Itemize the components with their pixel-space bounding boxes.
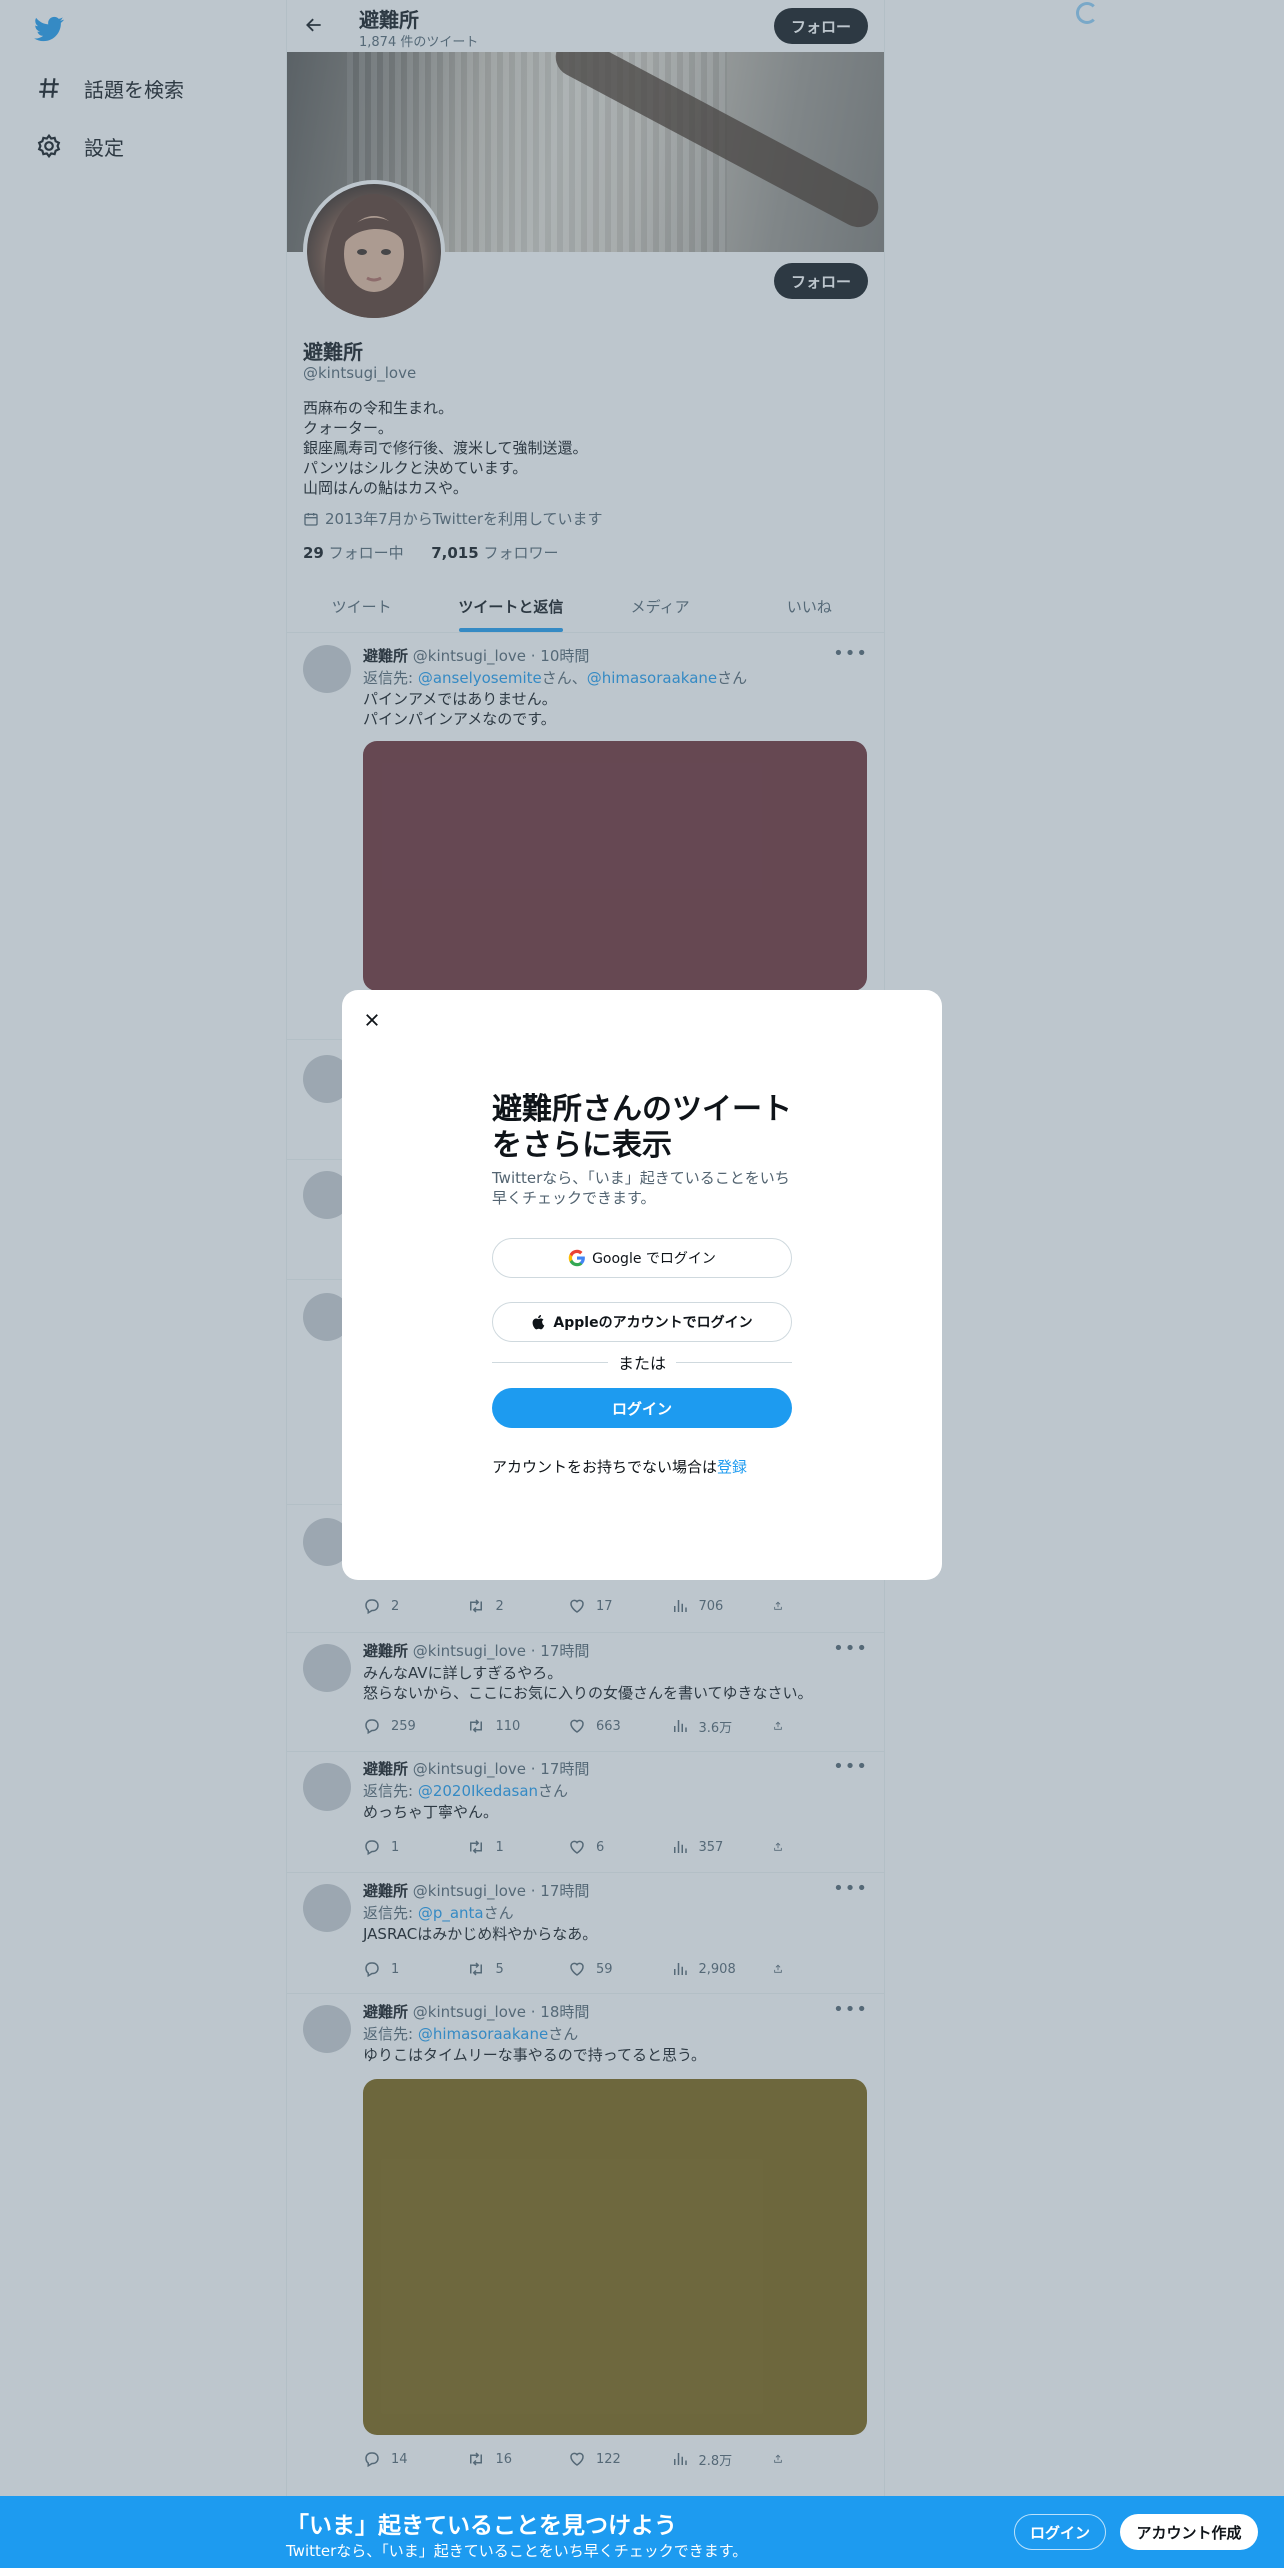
bottom-signup-button[interactable]: アカウント作成 xyxy=(1120,2514,1258,2550)
modal-subtitle: Twitterなら、「いま」起きていることをいち早くチェックできます。 xyxy=(492,1169,790,1207)
apple-icon xyxy=(531,1313,547,1331)
signup-bottom-bar: 「いま」起きていることを見つけよう Twitterなら、「いま」起きていることを… xyxy=(0,2496,1284,2568)
bottom-bar-subtitle: Twitterなら、「いま」起きていることをいち早くチェックできます。 xyxy=(286,2542,748,2560)
divider-line xyxy=(676,1361,793,1363)
divider-line xyxy=(492,1361,608,1363)
close-icon[interactable] xyxy=(356,1004,388,1036)
login-button[interactable]: ログイン xyxy=(492,1388,792,1428)
login-prompt-modal: 避難所さんのツイートをさらに表示 Twitterなら、「いま」起きていることをい… xyxy=(342,990,942,1580)
signup-text: アカウントをお持ちでない場合は xyxy=(492,1458,718,1476)
signup-link[interactable]: 登録 xyxy=(717,1458,747,1476)
or-label: または xyxy=(618,1354,667,1373)
modal-title: 避難所さんのツイートをさらに表示 xyxy=(492,1092,792,1163)
google-login-button[interactable]: Google でログイン xyxy=(492,1238,792,1278)
google-login-label: Google でログイン xyxy=(592,1251,716,1267)
bottom-bar-title: 「いま」起きていることを見つけよう xyxy=(286,2513,677,2539)
apple-login-button[interactable]: Appleのアカウントでログイン xyxy=(492,1302,792,1342)
or-divider: または xyxy=(492,1352,793,1373)
apple-login-label: Appleのアカウントでログイン xyxy=(553,1315,753,1331)
signup-prompt: アカウントをお持ちでない場合は登録 xyxy=(492,1456,747,1477)
bottom-login-button[interactable]: ログイン xyxy=(1014,2514,1106,2550)
google-icon xyxy=(568,1249,586,1267)
